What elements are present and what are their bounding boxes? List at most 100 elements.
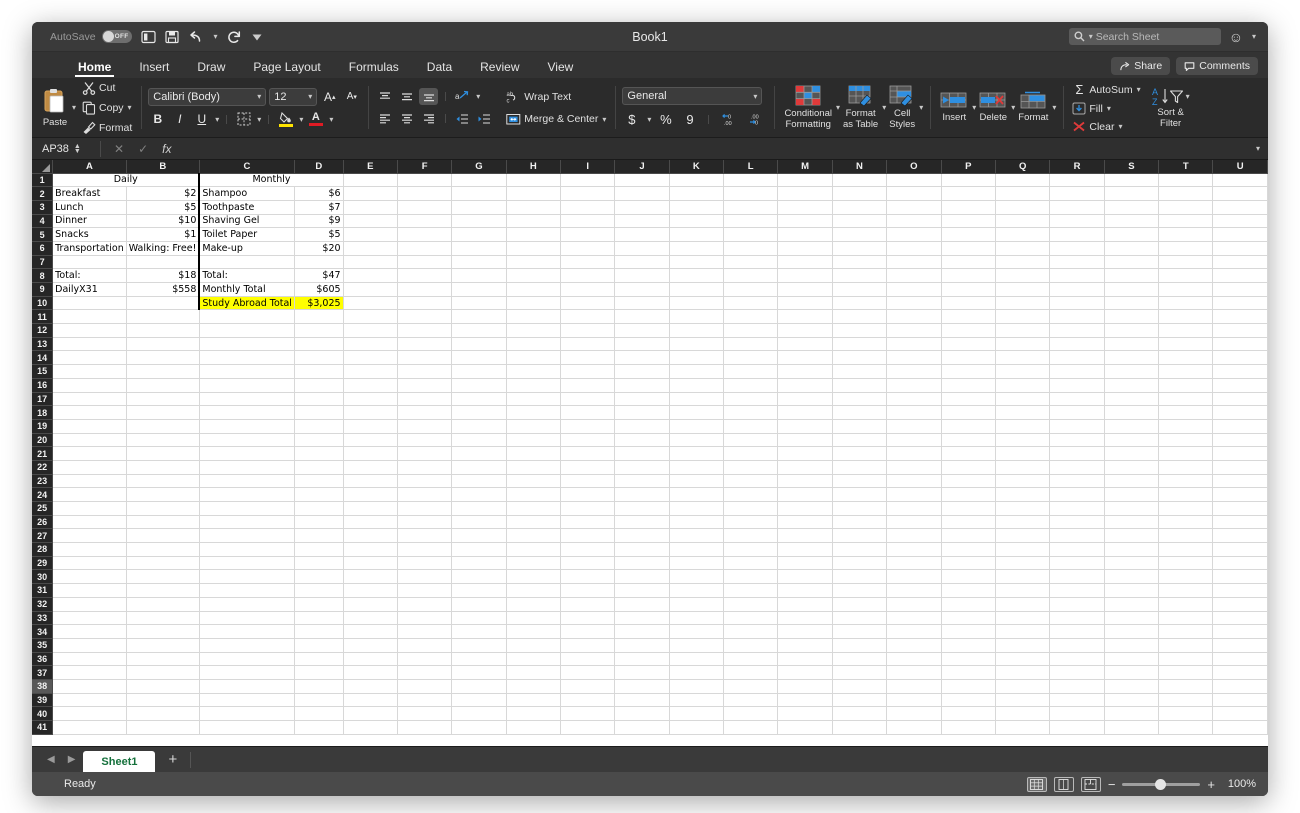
cell-l4[interactable] bbox=[723, 214, 779, 229]
cell-o16[interactable] bbox=[886, 378, 942, 393]
cell-g26[interactable] bbox=[451, 515, 507, 530]
cell-h1[interactable] bbox=[506, 173, 562, 188]
cell-d36[interactable] bbox=[294, 652, 344, 667]
cell-f16[interactable] bbox=[397, 378, 453, 393]
cell-l11[interactable] bbox=[723, 309, 779, 325]
cell-n18[interactable] bbox=[832, 405, 888, 420]
cell-q35[interactable] bbox=[995, 638, 1051, 653]
cell-i18[interactable] bbox=[560, 405, 616, 420]
cell-u23[interactable] bbox=[1212, 474, 1268, 489]
cell-m27[interactable] bbox=[777, 528, 833, 544]
cell-m19[interactable] bbox=[777, 419, 833, 434]
cell-s5[interactable] bbox=[1104, 227, 1160, 242]
cell-e4[interactable] bbox=[343, 214, 398, 229]
cell-d28[interactable] bbox=[294, 542, 344, 557]
cell-e12[interactable] bbox=[343, 323, 398, 338]
cell-i23[interactable] bbox=[560, 474, 616, 489]
cell-t32[interactable] bbox=[1158, 597, 1214, 612]
cell-c15[interactable] bbox=[199, 364, 295, 379]
cell-r40[interactable] bbox=[1049, 706, 1105, 721]
cell-h18[interactable] bbox=[506, 405, 562, 420]
cell-b21[interactable] bbox=[126, 446, 200, 461]
cell-p17[interactable] bbox=[941, 392, 996, 407]
cell-t41[interactable] bbox=[1158, 720, 1214, 735]
cell-l31[interactable] bbox=[723, 583, 779, 598]
cell-u16[interactable] bbox=[1212, 378, 1268, 393]
cell-l20[interactable] bbox=[723, 433, 779, 448]
cell-p21[interactable] bbox=[941, 446, 996, 461]
cell-h24[interactable] bbox=[506, 487, 562, 502]
cell-u27[interactable] bbox=[1212, 528, 1268, 544]
cell-f6[interactable] bbox=[397, 241, 453, 256]
delete-cells-button[interactable]: Delete bbox=[976, 90, 1010, 125]
font-size-chevron-down-icon[interactable]: ▾ bbox=[308, 92, 312, 101]
cell-p3[interactable] bbox=[941, 200, 996, 215]
cell-n40[interactable] bbox=[832, 706, 888, 721]
row-header-39[interactable]: 39 bbox=[32, 693, 54, 708]
cell-e26[interactable] bbox=[343, 515, 398, 530]
cell-c13[interactable] bbox=[199, 337, 295, 352]
cell-d40[interactable] bbox=[294, 706, 344, 721]
cell-t10[interactable] bbox=[1158, 296, 1214, 311]
cell-b2[interactable]: $2 bbox=[126, 186, 201, 201]
cell-r24[interactable] bbox=[1049, 487, 1105, 502]
cell-o3[interactable] bbox=[886, 200, 942, 215]
cell-k17[interactable] bbox=[669, 392, 725, 407]
select-all-corner[interactable] bbox=[32, 160, 54, 174]
sidebar-toggle-icon[interactable] bbox=[140, 30, 156, 44]
cell-q2[interactable] bbox=[995, 186, 1051, 201]
cell-d17[interactable] bbox=[294, 392, 344, 407]
cell-a21[interactable] bbox=[52, 446, 127, 461]
cell-n20[interactable] bbox=[832, 433, 888, 448]
cell-d39[interactable] bbox=[294, 693, 344, 708]
cell-n22[interactable] bbox=[832, 460, 888, 475]
cell-h12[interactable] bbox=[506, 323, 562, 338]
cell-c1-monthly-header[interactable]: Monthly bbox=[199, 173, 344, 188]
cell-u29[interactable] bbox=[1212, 556, 1268, 571]
cell-i17[interactable] bbox=[560, 392, 616, 407]
cell-t8[interactable] bbox=[1158, 268, 1214, 283]
cell-u39[interactable] bbox=[1212, 693, 1268, 708]
cell-q21[interactable] bbox=[995, 446, 1051, 461]
cell-b8[interactable]: $18 bbox=[126, 268, 201, 283]
cell-o40[interactable] bbox=[886, 706, 942, 721]
cell-r41[interactable] bbox=[1049, 720, 1105, 735]
cell-a17[interactable] bbox=[52, 392, 127, 407]
cell-f7[interactable] bbox=[397, 255, 453, 270]
cell-c7[interactable] bbox=[199, 255, 295, 270]
cell-l29[interactable] bbox=[723, 556, 779, 571]
row-header-2[interactable]: 2 bbox=[32, 186, 54, 201]
cell-l13[interactable] bbox=[723, 337, 779, 352]
cell-q20[interactable] bbox=[995, 433, 1051, 448]
cell-h28[interactable] bbox=[506, 542, 562, 557]
column-header-p[interactable]: P bbox=[941, 160, 996, 174]
cell-b27[interactable] bbox=[126, 528, 200, 544]
cell-p34[interactable] bbox=[941, 624, 996, 639]
cell-n28[interactable] bbox=[832, 542, 888, 557]
cell-e8[interactable] bbox=[343, 268, 398, 283]
cell-p18[interactable] bbox=[941, 405, 996, 420]
cell-g38[interactable] bbox=[451, 679, 507, 694]
cell-j39[interactable] bbox=[614, 693, 670, 708]
cell-o12[interactable] bbox=[886, 323, 942, 338]
cell-q34[interactable] bbox=[995, 624, 1051, 639]
cell-q8[interactable] bbox=[995, 268, 1051, 283]
cell-s7[interactable] bbox=[1104, 255, 1160, 270]
percent-format-button[interactable]: % bbox=[656, 111, 675, 128]
cell-n37[interactable] bbox=[832, 665, 888, 680]
cell-t16[interactable] bbox=[1158, 378, 1214, 393]
insert-cells-button[interactable]: Insert bbox=[937, 90, 971, 125]
paste-chevron-down-icon[interactable]: ▾ bbox=[72, 103, 76, 112]
cell-c25[interactable] bbox=[199, 501, 295, 516]
cell-u38[interactable] bbox=[1212, 679, 1268, 694]
cell-p9[interactable] bbox=[941, 282, 996, 297]
cell-j22[interactable] bbox=[614, 460, 670, 475]
cell-e39[interactable] bbox=[343, 693, 398, 708]
cell-k29[interactable] bbox=[669, 556, 725, 571]
cell-j21[interactable] bbox=[614, 446, 670, 461]
cell-d31[interactable] bbox=[294, 583, 344, 598]
cell-l39[interactable] bbox=[723, 693, 779, 708]
cell-m8[interactable] bbox=[777, 268, 833, 283]
cell-u4[interactable] bbox=[1212, 214, 1268, 229]
cell-h32[interactable] bbox=[506, 597, 562, 612]
